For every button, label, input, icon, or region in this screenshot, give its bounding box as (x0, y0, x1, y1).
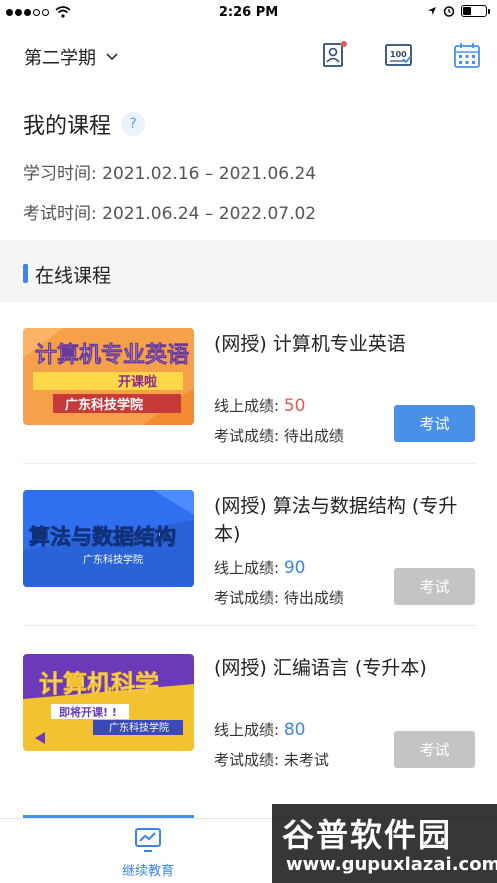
exam-button[interactable]: 考试 (394, 405, 475, 442)
semester-selector[interactable]: 第二学期 (24, 44, 118, 70)
course-name[interactable]: (网授) 算法与数据结构 (专升本) (214, 492, 476, 548)
exam-score: 考试成绩: 待出成绩 (214, 425, 344, 446)
page-title: 我的课程 (23, 114, 112, 139)
score-report-icon: 100 (385, 44, 412, 66)
watermark: 谷普软件园 www.gupuxlazai.com (272, 804, 497, 883)
course-thumbnail: 算法与数据结构 广东科技学院 (23, 490, 194, 587)
course-info-panel: 我的课程 ? 学习时间: 2021.02.16 – 2021.06.24 考试时… (0, 84, 497, 240)
calendar-button[interactable] (452, 40, 482, 70)
battery-icon (461, 5, 490, 17)
online-score: 线上成绩: 90 (214, 557, 305, 578)
exam-score-label: 考试成绩: (214, 589, 284, 607)
online-score-label: 线上成绩: (214, 721, 284, 739)
thumb-ribbon: 开课啦 (118, 374, 157, 390)
profile-card-button[interactable] (319, 40, 349, 70)
monitor-chart-icon (135, 828, 161, 852)
section-gap (0, 240, 497, 250)
thumb-school: 广东科技学院 (65, 397, 143, 413)
exam-time-text: 考试时间: 2021.06.24 – 2022.07.02 (23, 204, 317, 224)
online-score-value: 50 (283, 396, 306, 416)
exam-score-label: 考试成绩: (214, 427, 284, 445)
online-score-label: 线上成绩: (214, 559, 284, 577)
online-score-value: 80 (283, 720, 306, 740)
status-time: 2:26 PM (218, 5, 279, 20)
exam-button[interactable]: 考试 (394, 731, 475, 768)
online-score-label: 线上成绩: (214, 397, 284, 415)
course-item[interactable]: 计算机专业英语 开课啦 广东科技学院 (网授) 计算机专业英语 线上成绩: 50… (0, 302, 497, 464)
section-accent-bar (23, 264, 28, 283)
semester-label: 第二学期 (24, 48, 96, 69)
exam-button[interactable]: 考试 (394, 568, 475, 605)
section-title: 在线课程 (35, 265, 112, 287)
score-report-button[interactable]: 100 (384, 40, 414, 70)
online-score: 线上成绩: 80 (214, 719, 305, 740)
profile-card-icon (323, 41, 347, 67)
online-courses-header: 在线课程 (0, 250, 497, 302)
chevron-down-icon (106, 53, 118, 61)
exam-score-value: 待出成绩 (283, 427, 344, 445)
exam-score-label: 考试成绩: (214, 751, 284, 769)
watermark-url: www.gupuxlazai.com (286, 854, 497, 875)
watermark-logo: 谷普软件园 (282, 816, 453, 854)
exam-score-value: 待出成绩 (283, 589, 344, 607)
online-score: 线上成绩: 50 (214, 395, 305, 416)
thumb-title: 算法与数据结构 (29, 525, 176, 549)
course-name[interactable]: (网授) 计算机专业英语 (214, 330, 476, 358)
course-item[interactable]: 计算机科学 即将开课! ! 广东科技学院 (网授) 汇编语言 (专升本) 线上成… (0, 626, 497, 788)
svg-text:100: 100 (390, 50, 407, 59)
nav-label: 继续教育 (121, 864, 174, 879)
course-thumbnail: 计算机科学 即将开课! ! 广东科技学院 (23, 654, 194, 751)
status-bar: 2:26 PM (0, 0, 497, 28)
thumb-school: 广东科技学院 (83, 553, 143, 566)
exam-score: 考试成绩: 待出成绩 (214, 587, 344, 608)
thumb-title: 计算机科学 (39, 670, 159, 698)
nav-continuing-education[interactable]: 继续教育 (110, 827, 186, 879)
status-icons (427, 5, 490, 17)
course-item[interactable]: 算法与数据结构 广东科技学院 (网授) 算法与数据结构 (专升本) 线上成绩: … (0, 464, 497, 626)
alarm-icon (443, 6, 455, 17)
online-score-value: 90 (283, 558, 306, 578)
top-header: 第二学期 100 (0, 28, 497, 84)
my-course-heading: 我的课程 ? (23, 108, 146, 140)
course-name[interactable]: (网授) 汇编语言 (专升本) (214, 654, 476, 682)
exam-score: 考试成绩: 未考试 (214, 749, 329, 770)
thumb-ribbon: 即将开课! ! (59, 705, 117, 719)
exam-score-value: 未考试 (283, 751, 329, 769)
location-arrow-icon (428, 7, 436, 15)
help-icon[interactable]: ? (121, 112, 146, 136)
study-time-text: 学习时间: 2021.02.16 – 2021.06.24 (23, 164, 317, 184)
thumb-title: 计算机专业英语 (35, 342, 189, 368)
course-thumbnail: 计算机专业英语 开课啦 广东科技学院 (23, 328, 194, 425)
thumb-school: 广东科技学院 (109, 721, 169, 734)
calendar-icon (454, 43, 480, 68)
